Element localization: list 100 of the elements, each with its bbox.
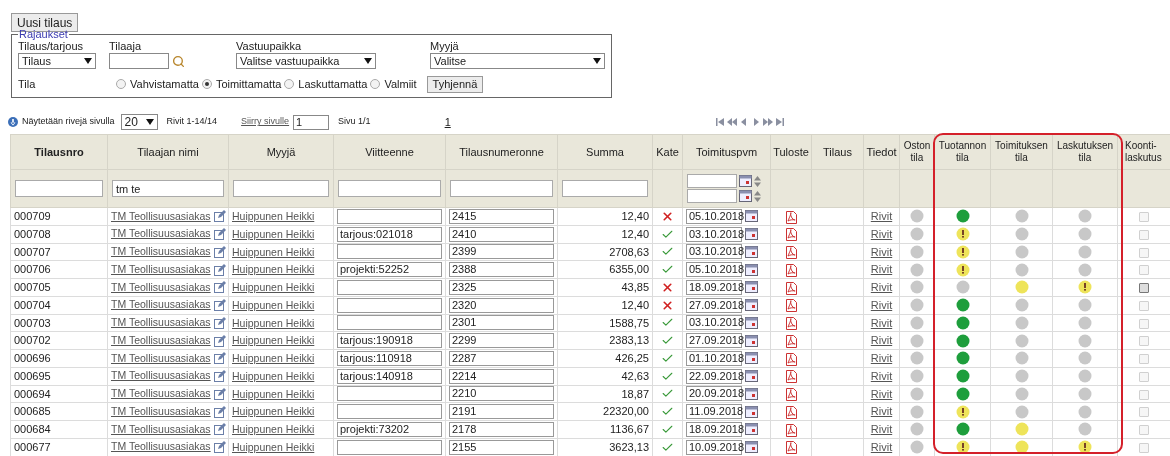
date-input[interactable]: 18.09.2018 xyxy=(686,279,742,295)
first-page-icon[interactable] xyxy=(714,117,725,127)
calendar-icon[interactable] xyxy=(745,441,758,454)
filter-dropdown[interactable]: Valitse vastuupaikka xyxy=(236,53,376,69)
go-to-page-link[interactable]: Siirry sivulle xyxy=(241,115,290,129)
pdf-icon[interactable] xyxy=(785,352,797,366)
column-filter-input[interactable] xyxy=(15,180,103,197)
edit-icon[interactable] xyxy=(213,405,226,418)
pdf-icon[interactable] xyxy=(785,423,797,437)
reference-input[interactable] xyxy=(337,439,442,455)
last-page-icon[interactable] xyxy=(774,117,785,127)
calendar-icon[interactable] xyxy=(745,210,758,223)
column-filter-input[interactable] xyxy=(233,180,329,197)
order-number-input[interactable]: 2325 xyxy=(449,279,554,295)
radio-label: Valmiit xyxy=(384,76,417,92)
clear-button[interactable]: Tyhjennä xyxy=(426,75,484,93)
reference-input[interactable] xyxy=(337,279,442,295)
calendar-icon[interactable] xyxy=(745,334,758,347)
column-filter-input[interactable] xyxy=(562,180,648,197)
search-icon[interactable] xyxy=(172,54,185,68)
edit-icon[interactable] xyxy=(213,245,226,258)
date-filter-input[interactable] xyxy=(687,174,737,188)
info-icon xyxy=(8,117,18,127)
edit-icon[interactable] xyxy=(213,423,226,436)
calendar-icon[interactable] xyxy=(745,370,758,383)
edit-icon[interactable] xyxy=(213,263,226,276)
radio-button[interactable] xyxy=(201,79,212,89)
edit-icon[interactable] xyxy=(213,370,226,383)
table-cell: 000702 xyxy=(10,331,108,350)
edit-icon[interactable] xyxy=(213,210,226,223)
reference-input[interactable] xyxy=(337,404,442,420)
pdf-icon[interactable] xyxy=(785,263,797,277)
table-cell: 000695 xyxy=(10,367,108,385)
pdf-icon[interactable] xyxy=(785,210,797,224)
pdf-icon[interactable] xyxy=(785,281,797,295)
reference-input[interactable] xyxy=(337,244,442,260)
table-cell: 000703 xyxy=(10,314,108,332)
column-header: Toimituspvm xyxy=(682,134,771,170)
edit-icon[interactable] xyxy=(213,299,226,312)
reference-input[interactable] xyxy=(337,297,442,313)
radio-button[interactable] xyxy=(370,79,381,89)
calendar-icon[interactable] xyxy=(739,175,752,187)
radio-button[interactable] xyxy=(284,79,295,89)
page-number-input[interactable]: 1 xyxy=(293,114,330,130)
pdf-icon[interactable] xyxy=(785,441,797,455)
radio-button[interactable] xyxy=(116,79,126,89)
pdf-icon[interactable] xyxy=(785,299,797,313)
calendar-icon[interactable] xyxy=(745,228,758,241)
checkbox[interactable] xyxy=(1139,283,1149,294)
calendar-icon[interactable] xyxy=(745,245,758,258)
rewind-icon[interactable] xyxy=(726,117,737,127)
calendar-icon[interactable] xyxy=(745,423,758,436)
edit-icon[interactable] xyxy=(213,387,226,400)
calendar-icon[interactable] xyxy=(745,352,758,365)
edit-icon[interactable] xyxy=(213,316,226,329)
dropdown-arrow-icon xyxy=(84,58,92,64)
pdf-icon[interactable] xyxy=(785,246,797,260)
date-filter-input[interactable] xyxy=(687,189,737,203)
calendar-icon[interactable] xyxy=(745,299,758,312)
fast-forward-icon[interactable] xyxy=(762,117,773,127)
column-header: Tilaajan nimi xyxy=(107,134,229,170)
filter-dropdown[interactable]: Tilaus xyxy=(18,53,96,69)
calendar-icon[interactable] xyxy=(745,387,758,400)
table-cell: 12,40 xyxy=(557,207,653,226)
table-cell: 1588,75 xyxy=(557,314,653,332)
calendar-icon[interactable] xyxy=(745,405,758,418)
edit-icon[interactable] xyxy=(213,441,226,454)
pdf-icon[interactable] xyxy=(785,317,797,331)
customer-input[interactable] xyxy=(109,53,169,69)
table-cell: 43,85 xyxy=(557,278,653,297)
calendar-icon[interactable] xyxy=(745,263,758,276)
reference-input[interactable] xyxy=(337,386,442,402)
calendar-icon[interactable] xyxy=(745,281,758,294)
filter-dropdown[interactable]: Valitse xyxy=(430,53,605,69)
pdf-icon[interactable] xyxy=(785,388,797,402)
sort-arrows-icon[interactable] xyxy=(754,190,761,202)
page-link[interactable]: 1 xyxy=(444,113,451,131)
edit-icon[interactable] xyxy=(213,352,226,365)
column-header: Myyjä xyxy=(228,134,334,170)
edit-icon[interactable] xyxy=(213,334,226,347)
column-filter-input[interactable] xyxy=(338,180,441,197)
table-cell: 18,87 xyxy=(557,385,653,403)
column-header: Koonti-laskutus xyxy=(1117,134,1170,170)
edit-icon[interactable] xyxy=(213,281,226,294)
calendar-icon[interactable] xyxy=(745,316,758,329)
pdf-icon[interactable] xyxy=(785,228,797,242)
page-info: Sivu 1/1 xyxy=(338,115,371,129)
page-size-dropdown[interactable]: 20 xyxy=(120,114,158,130)
column-filter-input[interactable] xyxy=(450,180,553,197)
edit-icon[interactable] xyxy=(213,228,226,241)
pdf-icon[interactable] xyxy=(785,405,797,419)
pdf-icon[interactable] xyxy=(785,370,797,384)
radio-label: Laskuttamatta xyxy=(298,76,368,92)
calendar-icon[interactable] xyxy=(739,190,752,202)
reference-input[interactable] xyxy=(337,208,442,224)
pdf-icon[interactable] xyxy=(785,334,797,348)
reference-input[interactable] xyxy=(337,315,442,331)
sort-arrows-icon[interactable] xyxy=(754,175,761,187)
column-filter-input[interactable]: tm te xyxy=(112,180,224,197)
radio-label: Vahvistamatta xyxy=(130,76,199,92)
